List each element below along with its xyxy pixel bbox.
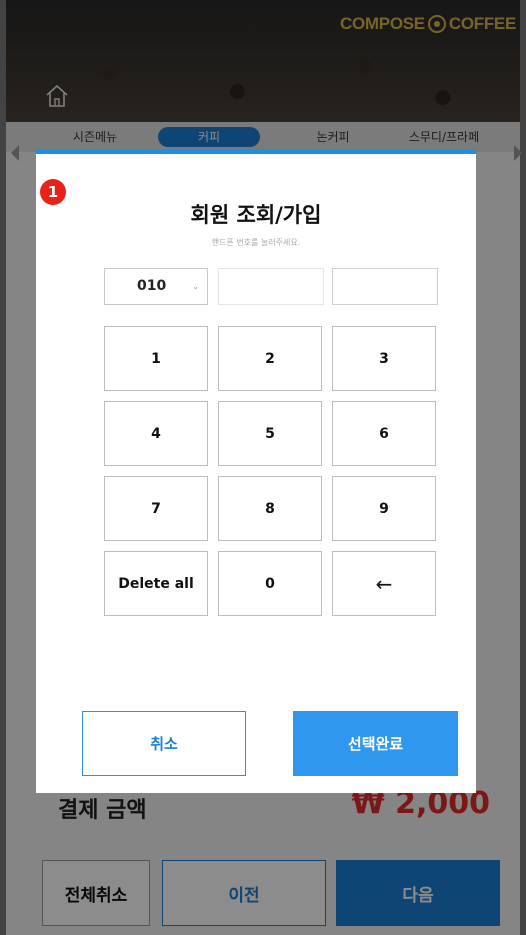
key-7[interactable]: 7 bbox=[104, 476, 208, 541]
key-9[interactable]: 9 bbox=[332, 476, 436, 541]
dialog-confirm-button[interactable]: 선택완료 bbox=[293, 711, 458, 776]
key-8[interactable]: 8 bbox=[218, 476, 322, 541]
delete-all-button[interactable]: Delete all bbox=[104, 551, 208, 616]
backspace-button[interactable]: ← bbox=[332, 551, 436, 616]
member-lookup-dialog: 1 회원 조회/가입 핸드폰 번호를 눌러주세요. 010 ⌄ 1 2 3 4 … bbox=[36, 149, 476, 793]
key-5[interactable]: 5 bbox=[218, 401, 322, 466]
phone-prefix-value: 010 bbox=[137, 278, 167, 294]
phone-last-input[interactable] bbox=[332, 268, 438, 305]
dialog-subtitle: 핸드폰 번호를 눌러주세요. bbox=[211, 238, 301, 247]
key-3[interactable]: 3 bbox=[332, 326, 436, 391]
phone-prefix-select[interactable]: 010 ⌄ bbox=[104, 268, 208, 305]
key-0[interactable]: 0 bbox=[218, 551, 322, 616]
dialog-cancel-button[interactable]: 취소 bbox=[82, 711, 246, 776]
dialog-title: 회원 조회/가입 bbox=[190, 203, 322, 227]
key-2[interactable]: 2 bbox=[218, 326, 322, 391]
phone-middle-input[interactable] bbox=[218, 268, 324, 305]
key-4[interactable]: 4 bbox=[104, 401, 208, 466]
chevron-down-icon: ⌄ bbox=[192, 282, 199, 291]
key-1[interactable]: 1 bbox=[104, 326, 208, 391]
key-6[interactable]: 6 bbox=[332, 401, 436, 466]
